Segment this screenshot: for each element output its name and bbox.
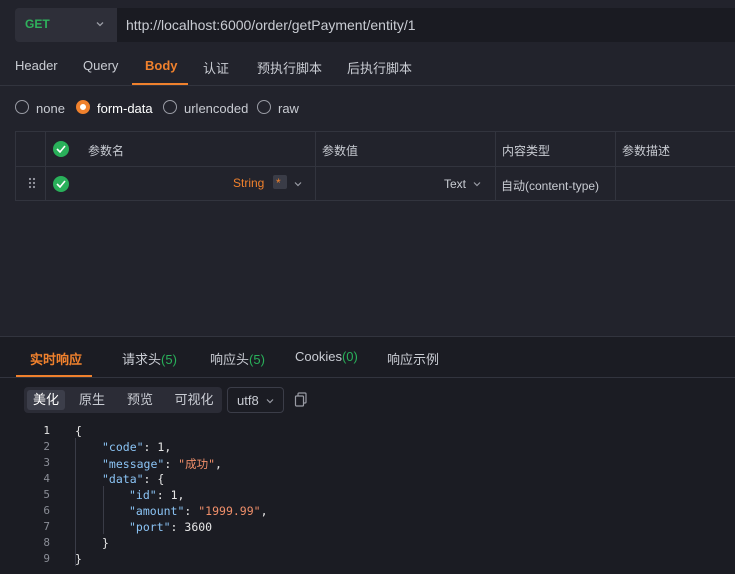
value-type[interactable]: Text bbox=[444, 177, 466, 191]
row-checkbox[interactable] bbox=[53, 176, 69, 192]
radio-raw-label: raw bbox=[278, 101, 299, 116]
cookies-count: (0) bbox=[341, 349, 358, 364]
radio-raw[interactable] bbox=[257, 100, 271, 114]
visualize-button[interactable]: 可视化 bbox=[172, 390, 216, 410]
code-line: "amount": "1999.99", bbox=[129, 504, 268, 518]
required-toggle[interactable]: * bbox=[273, 175, 287, 190]
line-number: 9 bbox=[43, 552, 50, 565]
chevron-down-icon bbox=[266, 399, 274, 404]
required-mark: * bbox=[276, 176, 281, 190]
json-string: "1999.99" bbox=[198, 504, 261, 518]
tab-pre-script[interactable]: 预执行脚本 bbox=[257, 58, 322, 77]
resp-headers-count: (5) bbox=[249, 352, 265, 367]
line-number: 5 bbox=[43, 488, 50, 501]
code-line: "id": 1, bbox=[129, 488, 185, 502]
chevron-down-icon bbox=[96, 22, 104, 27]
json-key: "port" bbox=[129, 520, 171, 534]
json-number: 1 bbox=[157, 440, 165, 454]
line-number: 4 bbox=[43, 472, 50, 485]
tab-cookies-label: Cookies bbox=[295, 349, 342, 364]
tab-post-script[interactable]: 后执行脚本 bbox=[347, 58, 412, 77]
params-table: 参数名 参数值 内容类型 参数描述 String * Text 自动(conte… bbox=[15, 131, 735, 201]
response-panel: 实时响应 请求头(5) 响应头(5) Cookies(0) 响应示例 美化 原生… bbox=[0, 336, 735, 574]
url-bar: GET http://localhost:6000/order/getPayme… bbox=[0, 0, 735, 50]
code-line: { bbox=[75, 424, 82, 438]
radio-form-data[interactable] bbox=[76, 100, 90, 114]
code-line: "message": "成功", bbox=[102, 457, 222, 471]
chevron-down-icon[interactable] bbox=[472, 179, 482, 189]
tab-request-headers-label: 请求头 bbox=[122, 352, 162, 367]
tab-request-headers[interactable]: 请求头(5) bbox=[122, 349, 177, 368]
table-row-divider bbox=[16, 166, 735, 167]
tab-cookies[interactable]: Cookies(0) bbox=[295, 349, 358, 364]
col-divider bbox=[495, 132, 496, 200]
json-key: "code" bbox=[102, 440, 144, 454]
line-number: 8 bbox=[43, 536, 50, 549]
check-icon bbox=[56, 180, 66, 188]
header-content-type: 内容类型 bbox=[502, 144, 551, 158]
json-key: "amount" bbox=[129, 504, 185, 518]
json-number: 3600 bbox=[184, 520, 213, 534]
radio-none-label: none bbox=[36, 101, 65, 116]
url-text: http://localhost:6000/order/getPayment/e… bbox=[126, 17, 416, 33]
line-number: 6 bbox=[43, 504, 50, 517]
check-icon bbox=[56, 145, 66, 153]
chevron-down-icon[interactable] bbox=[293, 179, 303, 189]
req-headers-count: (5) bbox=[161, 352, 177, 367]
tab-realtime-response[interactable]: 实时响应 bbox=[30, 349, 82, 368]
header-param-value: 参数值 bbox=[322, 144, 359, 158]
json-string: "成功" bbox=[178, 457, 216, 471]
indent-guide bbox=[103, 486, 104, 534]
response-code-view: 1 2 3 4 5 6 7 8 9 { "code": 1, "message"… bbox=[15, 422, 735, 574]
method-label: GET bbox=[25, 17, 50, 31]
response-tabs-divider bbox=[0, 377, 735, 378]
tab-query[interactable]: Query bbox=[83, 58, 118, 73]
tab-body[interactable]: Body bbox=[145, 58, 178, 73]
beautify-button[interactable]: 美化 bbox=[27, 390, 65, 410]
code-line: "data": { bbox=[102, 472, 165, 486]
encoding-select[interactable]: utf8 bbox=[227, 387, 284, 413]
select-all-checkbox[interactable] bbox=[53, 141, 69, 157]
json-key: "id" bbox=[129, 488, 157, 502]
col-divider bbox=[615, 132, 616, 200]
col-divider bbox=[315, 132, 316, 200]
view-mode-toolbar: 美化 原生 预览 可视化 bbox=[24, 387, 222, 413]
header-param-name: 参数名 bbox=[88, 144, 125, 158]
code-line: "code": 1, bbox=[102, 440, 172, 454]
radio-urlencoded[interactable] bbox=[163, 100, 177, 114]
code-line: } bbox=[75, 552, 82, 566]
code-line: } bbox=[102, 536, 109, 550]
tab-header[interactable]: Header bbox=[15, 58, 58, 73]
tab-response-headers-label: 响应头 bbox=[210, 352, 250, 367]
indent-guide bbox=[75, 438, 76, 566]
preview-button[interactable]: 预览 bbox=[122, 390, 158, 410]
line-number: 1 bbox=[43, 424, 50, 437]
json-key: "message" bbox=[102, 457, 165, 471]
tab-response-headers[interactable]: 响应头(5) bbox=[210, 349, 265, 368]
code-line: "port": 3600 bbox=[129, 520, 213, 534]
raw-button[interactable]: 原生 bbox=[74, 390, 110, 410]
line-number: 2 bbox=[43, 440, 50, 453]
content-type-value[interactable]: 自动(content-type) bbox=[501, 177, 599, 194]
url-input[interactable]: http://localhost:6000/order/getPayment/e… bbox=[117, 8, 735, 42]
tab-auth[interactable]: 认证 bbox=[203, 58, 229, 77]
radio-none[interactable] bbox=[15, 100, 29, 114]
header-param-desc: 参数描述 bbox=[622, 144, 671, 158]
tabs-divider bbox=[0, 85, 735, 86]
line-number: 7 bbox=[43, 520, 50, 533]
drag-handle-icon[interactable] bbox=[27, 177, 37, 189]
radio-urlencoded-label: urlencoded bbox=[184, 101, 249, 116]
encoding-label: utf8 bbox=[237, 393, 259, 408]
param-type[interactable]: String bbox=[233, 176, 264, 190]
line-number: 3 bbox=[43, 456, 50, 469]
json-key: "data" bbox=[102, 472, 144, 486]
json-number: 1 bbox=[170, 488, 178, 502]
method-select[interactable]: GET bbox=[15, 8, 117, 42]
col-divider bbox=[45, 132, 46, 200]
tab-response-example[interactable]: 响应示例 bbox=[387, 349, 439, 368]
radio-form-data-label: form-data bbox=[97, 101, 153, 116]
copy-icon[interactable] bbox=[294, 392, 308, 408]
